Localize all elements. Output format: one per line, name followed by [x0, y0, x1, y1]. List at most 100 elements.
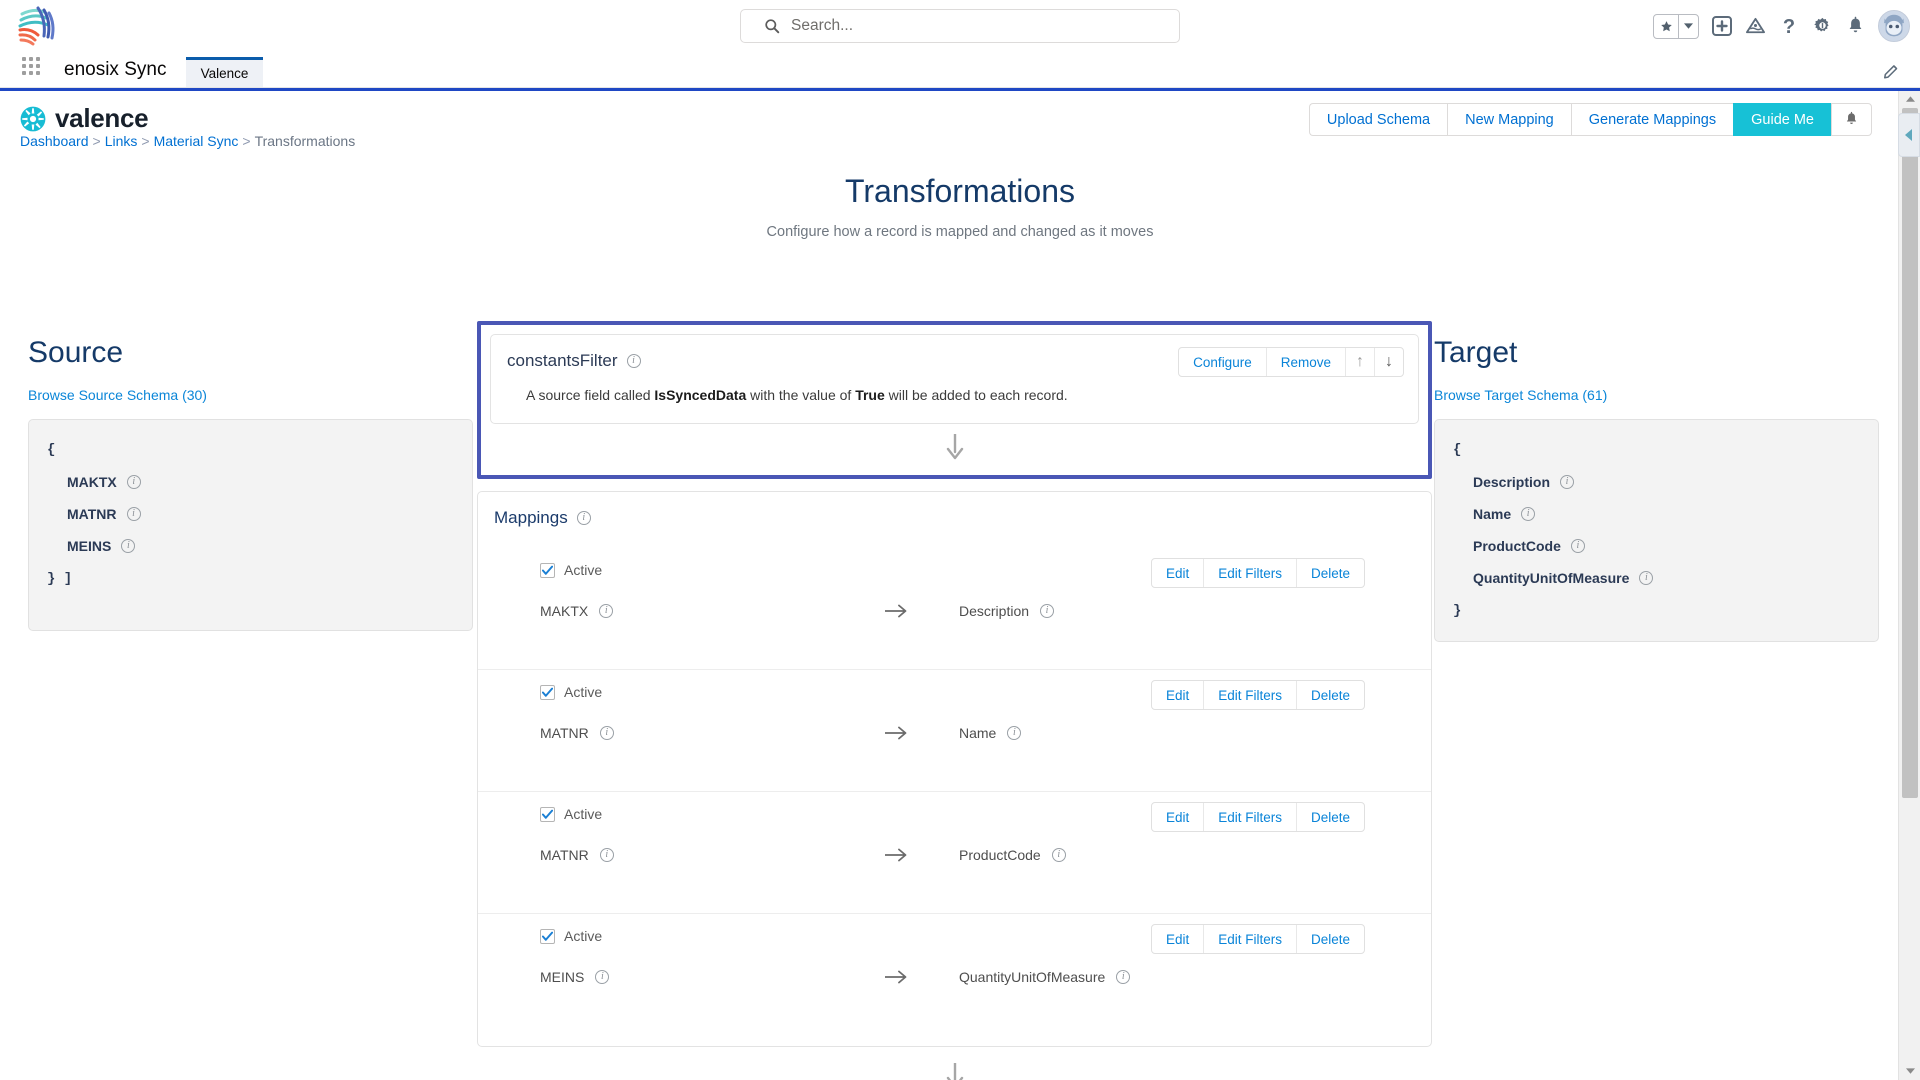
edit-filters-button[interactable]: Edit Filters — [1204, 803, 1297, 831]
mapping-row-actions: Edit Edit Filters Delete — [1150, 680, 1365, 710]
enosix-logo[interactable] — [14, 2, 60, 48]
scroll-down-arrow-icon[interactable] — [1899, 1063, 1920, 1080]
edit-filters-button[interactable]: Edit Filters — [1204, 925, 1297, 953]
setup-gear-icon[interactable] — [1812, 16, 1833, 37]
source-field-maktx[interactable]: MAKTX i — [67, 474, 452, 490]
mapping-row-fields: MEINS i QuantityUnitOfMeasure i — [540, 969, 1413, 985]
tab-valence[interactable]: Valence — [186, 57, 263, 87]
desc-prefix: A source field called — [526, 387, 655, 403]
delete-button[interactable]: Delete — [1297, 803, 1364, 831]
source-field-label: MEINS — [67, 538, 112, 554]
mapping-target-field: QuantityUnitOfMeasure i — [959, 969, 1131, 985]
active-checkbox[interactable] — [540, 562, 555, 578]
info-icon[interactable]: i — [599, 726, 614, 740]
move-up-arrow-icon[interactable]: ↑ — [1346, 348, 1375, 376]
favorites-star-icon[interactable] — [1654, 14, 1679, 38]
move-down-arrow-icon[interactable]: ↓ — [1375, 348, 1403, 376]
target-panel: Target Browse Target Schema (61) { Descr… — [1434, 336, 1879, 642]
breadcrumb-separator: > — [242, 133, 251, 149]
scroll-up-arrow-icon[interactable] — [1899, 91, 1920, 108]
valence-wordmark: valence — [55, 103, 149, 133]
valence-notifications-bell-icon[interactable] — [1831, 103, 1872, 136]
target-field-name[interactable]: Name i — [1473, 506, 1858, 522]
source-field-matnr[interactable]: MATNR i — [67, 506, 452, 522]
info-icon[interactable]: i — [595, 970, 610, 984]
user-avatar[interactable] — [1878, 10, 1910, 42]
scrollbar-thumb[interactable] — [1902, 108, 1918, 798]
breadcrumb-item-material-sync[interactable]: Material Sync — [154, 133, 239, 149]
delete-button[interactable]: Delete — [1297, 681, 1364, 709]
upload-schema-button[interactable]: Upload Schema — [1308, 103, 1448, 136]
info-icon[interactable]: i — [126, 475, 141, 489]
target-field-label: ProductCode — [1473, 538, 1561, 554]
generate-mappings-button[interactable]: Generate Mappings — [1570, 103, 1734, 136]
edit-filters-button[interactable]: Edit Filters — [1204, 681, 1297, 709]
target-heading: Target — [1434, 336, 1518, 369]
edit-button[interactable]: Edit — [1152, 925, 1205, 953]
info-icon[interactable]: i — [576, 511, 591, 525]
info-icon[interactable]: i — [599, 848, 614, 862]
info-icon[interactable]: i — [1007, 726, 1022, 740]
info-icon[interactable]: i — [626, 354, 641, 368]
mapping-source-field: MEINS i — [540, 969, 885, 985]
constants-filter-description: A source field called IsSyncedData with … — [491, 387, 1418, 423]
pencil-icon[interactable] — [1882, 61, 1902, 81]
target-field-productcode[interactable]: ProductCode i — [1473, 538, 1858, 554]
favorites-caret-icon[interactable] — [1679, 15, 1698, 38]
mapping-row-fields: MATNR i Name i — [540, 725, 1413, 741]
info-icon[interactable]: i — [1560, 475, 1575, 489]
desc-field-name: IsSyncedData — [654, 387, 747, 403]
mapping-target-field: ProductCode i — [959, 847, 1066, 863]
active-label: Active — [564, 806, 603, 822]
info-icon[interactable]: i — [126, 507, 141, 521]
remove-button[interactable]: Remove — [1267, 348, 1346, 376]
browse-target-schema-link[interactable]: Browse Target Schema (61) — [1434, 387, 1607, 403]
breadcrumb-item-dashboard[interactable]: Dashboard — [20, 133, 89, 149]
new-mapping-button[interactable]: New Mapping — [1447, 103, 1571, 136]
mapping-arrow-icon — [885, 726, 959, 740]
info-icon[interactable]: i — [1040, 604, 1055, 618]
mapping-row-fields: MATNR i ProductCode i — [540, 847, 1413, 863]
notifications-bell-icon[interactable] — [1846, 16, 1865, 37]
configure-button[interactable]: Configure — [1179, 348, 1267, 376]
mapping-row-fields: MAKTX i Description i — [540, 603, 1413, 619]
mapping-source-field: MATNR i — [540, 725, 885, 741]
panel-collapse-toggle[interactable] — [1898, 113, 1920, 157]
active-checkbox[interactable] — [540, 684, 555, 700]
global-search[interactable]: Search... — [740, 9, 1180, 43]
browse-source-schema-link[interactable]: Browse Source Schema (30) — [28, 387, 207, 403]
desc-middle: with the value of — [746, 387, 856, 403]
guide-me-button[interactable]: Guide Me — [1733, 103, 1831, 136]
delete-button[interactable]: Delete — [1297, 559, 1364, 587]
info-icon[interactable]: i — [1639, 571, 1654, 585]
edit-button[interactable]: Edit — [1152, 803, 1205, 831]
help-icon[interactable]: ? — [1779, 15, 1799, 37]
info-icon[interactable]: i — [599, 604, 614, 618]
valence-logo: valence — [20, 103, 149, 134]
info-icon[interactable]: i — [1051, 848, 1066, 862]
app-home-icon[interactable] — [1745, 16, 1766, 37]
target-close-brace: } — [1453, 603, 1462, 619]
edit-filters-button[interactable]: Edit Filters — [1204, 559, 1297, 587]
favorites-button-group[interactable] — [1653, 13, 1699, 39]
app-launcher-icon[interactable] — [22, 57, 44, 79]
vertical-scrollbar[interactable] — [1898, 91, 1920, 1080]
info-icon[interactable]: i — [1521, 507, 1536, 521]
breadcrumb-item-links[interactable]: Links — [105, 133, 138, 149]
active-checkbox[interactable] — [540, 928, 555, 944]
add-icon[interactable] — [1712, 16, 1732, 36]
info-icon[interactable]: i — [1116, 970, 1131, 984]
active-checkbox[interactable] — [540, 806, 555, 822]
target-field-quantityunitofmeasure[interactable]: QuantityUnitOfMeasure i — [1473, 570, 1858, 586]
source-field-meins[interactable]: MEINS i — [67, 538, 452, 554]
delete-button[interactable]: Delete — [1297, 925, 1364, 953]
mapping-source-label: MEINS — [540, 969, 585, 985]
info-icon[interactable]: i — [1570, 539, 1585, 553]
target-field-description[interactable]: Description i — [1473, 474, 1858, 490]
constants-filter-card: constantsFilter i Configure Remove ↑ ↓ A… — [490, 334, 1419, 424]
app-navigation-bar: enosix Sync Valence — [0, 52, 1920, 88]
edit-button[interactable]: Edit — [1152, 681, 1205, 709]
search-input[interactable]: Search... — [740, 9, 1180, 43]
edit-button[interactable]: Edit — [1152, 559, 1205, 587]
info-icon[interactable]: i — [121, 539, 136, 553]
